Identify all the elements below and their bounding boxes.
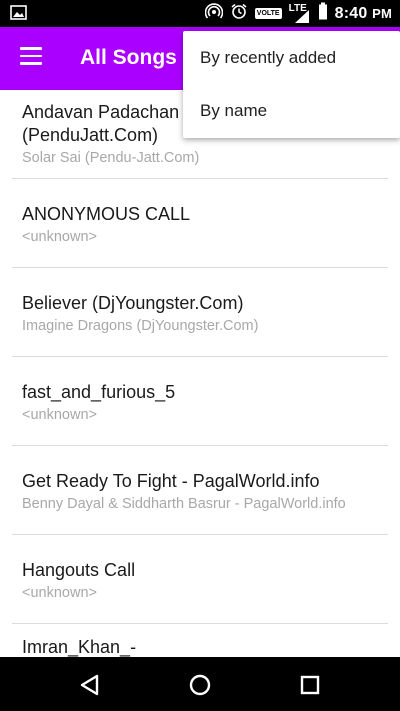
list-item[interactable]: Hangouts Call <unknown> <box>0 535 400 624</box>
list-item[interactable]: fast_and_furious_5 <unknown> <box>0 357 400 446</box>
navigation-bar <box>0 657 400 711</box>
home-icon[interactable] <box>183 668 217 702</box>
song-artist: <unknown> <box>22 407 97 423</box>
lte-signal-icon: LTE <box>289 3 311 24</box>
hotspot-icon <box>204 2 224 25</box>
status-bar: VOLTE LTE 8:40 PM <box>0 0 400 27</box>
song-artist: <unknown> <box>22 229 97 245</box>
status-icons: VOLTE LTE 8:40 PM <box>204 0 392 27</box>
song-title: Andavan Padachan <box>22 102 180 122</box>
page-title: All Songs <box>80 46 177 69</box>
song-list[interactable]: Andavan Padachan (PenduJatt.Com) Solar S… <box>0 90 400 657</box>
sort-option-label: By name <box>200 101 268 120</box>
song-title: ANONYMOUS CALL <box>22 204 191 224</box>
clock: 8:40 PM <box>335 5 392 23</box>
sort-option-label: By recently added <box>200 48 337 67</box>
sort-menu: By recently added By name <box>183 31 400 138</box>
song-title-continued: (PenduJatt.Com) <box>22 125 159 145</box>
song-title: Imran_Khan_- <box>22 637 137 657</box>
sort-by-name-option[interactable]: By name <box>183 85 400 138</box>
song-artist: Imagine Dragons (DjYoungster.Com) <box>22 318 259 334</box>
alarm-icon <box>230 2 248 25</box>
volte-icon: VOLTE <box>254 8 282 19</box>
song-title: Get Ready To Fight - PagalWorld.info <box>22 471 320 491</box>
back-icon[interactable] <box>73 668 107 702</box>
list-item[interactable]: Believer (DjYoungster.Com) Imagine Drago… <box>0 268 400 357</box>
song-title: Hangouts Call <box>22 560 136 580</box>
list-item[interactable]: ANONYMOUS CALL <unknown> <box>0 179 400 268</box>
song-title: Believer (DjYoungster.Com) <box>22 293 244 313</box>
song-artist: Solar Sai (Pendu-Jatt.Com) <box>22 150 200 166</box>
list-item[interactable]: Get Ready To Fight - PagalWorld.info Ben… <box>0 446 400 535</box>
song-title: fast_and_furious_5 <box>22 382 176 402</box>
sort-by-recently-added-option[interactable]: By recently added <box>183 31 400 84</box>
recents-icon[interactable] <box>293 668 327 702</box>
song-artist: <unknown> <box>22 585 97 601</box>
clock-ampm: PM <box>372 5 392 21</box>
list-item[interactable]: Imran_Khan_- <box>0 624 400 657</box>
image-notification-icon <box>10 5 27 20</box>
song-artist: Benny Dayal & Siddharth Basrur - PagalWo… <box>22 496 346 512</box>
battery-icon <box>318 2 328 25</box>
clock-time: 8:40 <box>334 4 368 22</box>
hamburger-menu-icon[interactable] <box>20 47 42 69</box>
